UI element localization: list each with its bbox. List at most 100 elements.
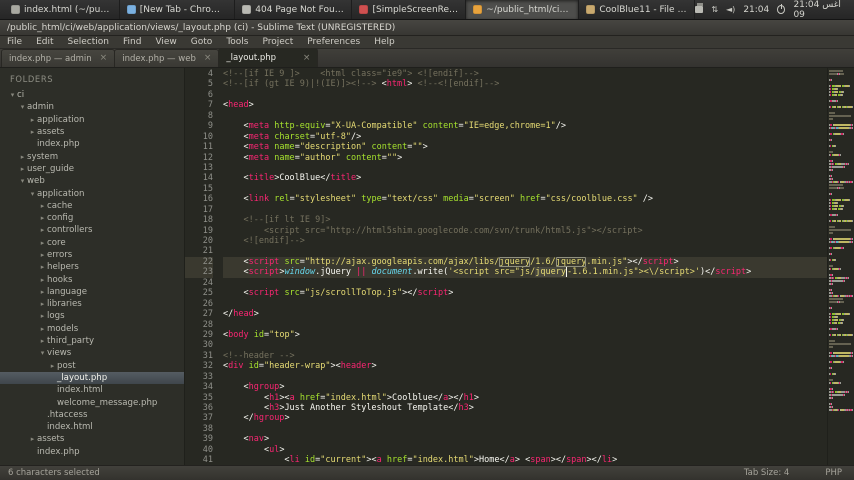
code-line[interactable] (223, 163, 827, 173)
taskbar-item[interactable]: CoolBlue11 - File Ma... (579, 0, 695, 19)
printer-icon[interactable] (694, 3, 704, 13)
volume-icon[interactable]: ◄) (726, 5, 735, 14)
sidebar-item-controllers[interactable]: ▸ controllers (0, 224, 184, 236)
code-line[interactable] (223, 111, 827, 121)
taskbar-item[interactable]: [New Tab - Chromium] (120, 0, 236, 19)
code-line[interactable] (223, 299, 827, 309)
folder-closed-icon[interactable]: ▸ (48, 362, 57, 370)
menu-goto[interactable]: Goto (184, 36, 220, 48)
folder-open-icon[interactable]: ▾ (38, 349, 47, 357)
sidebar-item-ci[interactable]: ▾ ci (0, 89, 184, 101)
code-line[interactable]: <script src="http://html5shim.googlecode… (223, 226, 827, 236)
menu-file[interactable]: File (0, 36, 29, 48)
sidebar-item-index-html[interactable]: index.html (0, 421, 184, 433)
sidebar-item-user-guide[interactable]: ▸ user_guide (0, 163, 184, 175)
code-line[interactable]: <script src="http://ajax.googleapis.com/… (223, 256, 827, 268)
sidebar-item-web[interactable]: ▾ web (0, 175, 184, 187)
code-line[interactable] (223, 320, 827, 330)
code-line[interactable]: <meta name="description" content=""> (223, 142, 827, 152)
menu-edit[interactable]: Edit (29, 36, 60, 48)
code-line[interactable]: <![endif]--> (223, 236, 827, 246)
menu-project[interactable]: Project (255, 36, 300, 48)
folder-open-icon[interactable]: ▾ (8, 91, 17, 99)
sidebar-item-index-php[interactable]: index.php (0, 138, 184, 150)
taskbar-item[interactable]: ~/public_html/ci/we... (466, 0, 580, 19)
sidebar-item-admin[interactable]: ▾ admin (0, 101, 184, 113)
folder-closed-icon[interactable]: ▸ (38, 202, 47, 210)
sidebar-item-index-html[interactable]: index.html (0, 384, 184, 396)
sidebar-item-index-php[interactable]: index.php (0, 446, 184, 458)
menu-help[interactable]: Help (367, 36, 402, 48)
folder-closed-icon[interactable]: ▸ (18, 165, 27, 173)
code-line[interactable]: <head> (223, 100, 827, 110)
folder-closed-icon[interactable]: ▸ (38, 239, 47, 247)
folder-closed-icon[interactable]: ▸ (38, 276, 47, 284)
tab-close-icon[interactable]: × (204, 54, 212, 63)
folder-closed-icon[interactable]: ▸ (38, 226, 47, 234)
code-line[interactable]: <hgroup> (223, 382, 827, 392)
folder-closed-icon[interactable]: ▸ (38, 288, 47, 296)
code-line[interactable]: <div id="header-wrap"><header> (223, 361, 827, 371)
menu-preferences[interactable]: Preferences (300, 36, 367, 48)
code-line[interactable] (223, 372, 827, 382)
sidebar-item--layout-php[interactable]: _layout.php (0, 371, 184, 385)
code-line[interactable]: <!--[if (gt IE 9)|!(IE)]><!--> <html> <!… (223, 79, 827, 89)
folder-open-icon[interactable]: ▾ (18, 177, 27, 185)
folder-closed-icon[interactable]: ▸ (38, 263, 47, 271)
sidebar-item-views[interactable]: ▾ views (0, 347, 184, 359)
folder-closed-icon[interactable]: ▸ (38, 300, 47, 308)
sidebar-item-application[interactable]: ▸ application (0, 114, 184, 126)
code-line[interactable]: <h3>Just Another Styleshout Template</h3… (223, 403, 827, 413)
editor-tab[interactable]: index.php — web × (114, 49, 220, 67)
sidebar-item-hooks[interactable]: ▸ hooks (0, 273, 184, 285)
code-line[interactable]: </head> (223, 309, 827, 319)
code-line[interactable] (223, 90, 827, 100)
menu-view[interactable]: View (148, 36, 183, 48)
syntax-indicator[interactable]: PHP (825, 468, 842, 478)
code-line[interactable]: <nav> (223, 434, 827, 444)
sidebar-item-errors[interactable]: ▸ errors (0, 249, 184, 261)
menu-tools[interactable]: Tools (219, 36, 255, 48)
tab-close-icon[interactable]: × (303, 53, 311, 63)
sidebar-item--htaccess[interactable]: .htaccess (0, 409, 184, 421)
sidebar-item-helpers[interactable]: ▸ helpers (0, 261, 184, 273)
editor-tab[interactable]: _layout.php × (218, 48, 319, 67)
code-line[interactable]: <link rel="stylesheet" type="text/css" m… (223, 194, 827, 204)
sidebar-item-assets[interactable]: ▸ assets (0, 433, 184, 445)
sidebar-item-welcome-message-php[interactable]: welcome_message.php (0, 396, 184, 408)
code-line[interactable]: <!--[if lt IE 9]> (223, 215, 827, 225)
folder-closed-icon[interactable]: ▸ (38, 251, 47, 259)
sidebar-item-libraries[interactable]: ▸ libraries (0, 298, 184, 310)
code-line[interactable]: </hgroup> (223, 413, 827, 423)
clock-date[interactable]: 21:04 أغس 09 (793, 0, 848, 20)
clock[interactable]: 21:04 (743, 5, 769, 15)
code-line[interactable]: <meta http-equiv="X-UA-Compatible" conte… (223, 121, 827, 131)
tab-close-icon[interactable]: × (100, 54, 108, 63)
folder-closed-icon[interactable]: ▸ (38, 312, 47, 320)
code-line[interactable] (223, 424, 827, 434)
network-icon[interactable]: ⇅ (711, 5, 718, 14)
sidebar-item-system[interactable]: ▸ system (0, 150, 184, 162)
sidebar-item-config[interactable]: ▸ config (0, 212, 184, 224)
code-line[interactable]: <body id="top"> (223, 330, 827, 340)
code-line[interactable] (223, 205, 827, 215)
code-line[interactable]: <ul> (223, 445, 827, 455)
tab-size-indicator[interactable]: Tab Size: 4 (744, 468, 790, 478)
code-line[interactable] (223, 246, 827, 256)
folder-closed-icon[interactable]: ▸ (38, 214, 47, 222)
sidebar-item-third-party[interactable]: ▸ third_party (0, 335, 184, 347)
code-line[interactable]: <title>CoolBlue</title> (223, 173, 827, 183)
folder-open-icon[interactable]: ▾ (28, 190, 37, 198)
sidebar-item-language[interactable]: ▸ language (0, 286, 184, 298)
code-line[interactable]: <li id="current"><a href="index.html">Ho… (223, 455, 827, 465)
menu-selection[interactable]: Selection (61, 36, 116, 48)
sidebar-item-cache[interactable]: ▸ cache (0, 200, 184, 212)
folder-open-icon[interactable]: ▾ (18, 103, 27, 111)
code-area[interactable]: <!--[if IE 9 ]> <html class="ie9"> <![en… (219, 68, 827, 465)
sidebar-item-models[interactable]: ▸ models (0, 323, 184, 335)
folder-closed-icon[interactable]: ▸ (28, 116, 37, 124)
folder-closed-icon[interactable]: ▸ (18, 153, 27, 161)
sidebar-item-core[interactable]: ▸ core (0, 237, 184, 249)
taskbar-item[interactable]: [SimpleScreenRecor... (352, 0, 467, 19)
code-line[interactable] (223, 184, 827, 194)
